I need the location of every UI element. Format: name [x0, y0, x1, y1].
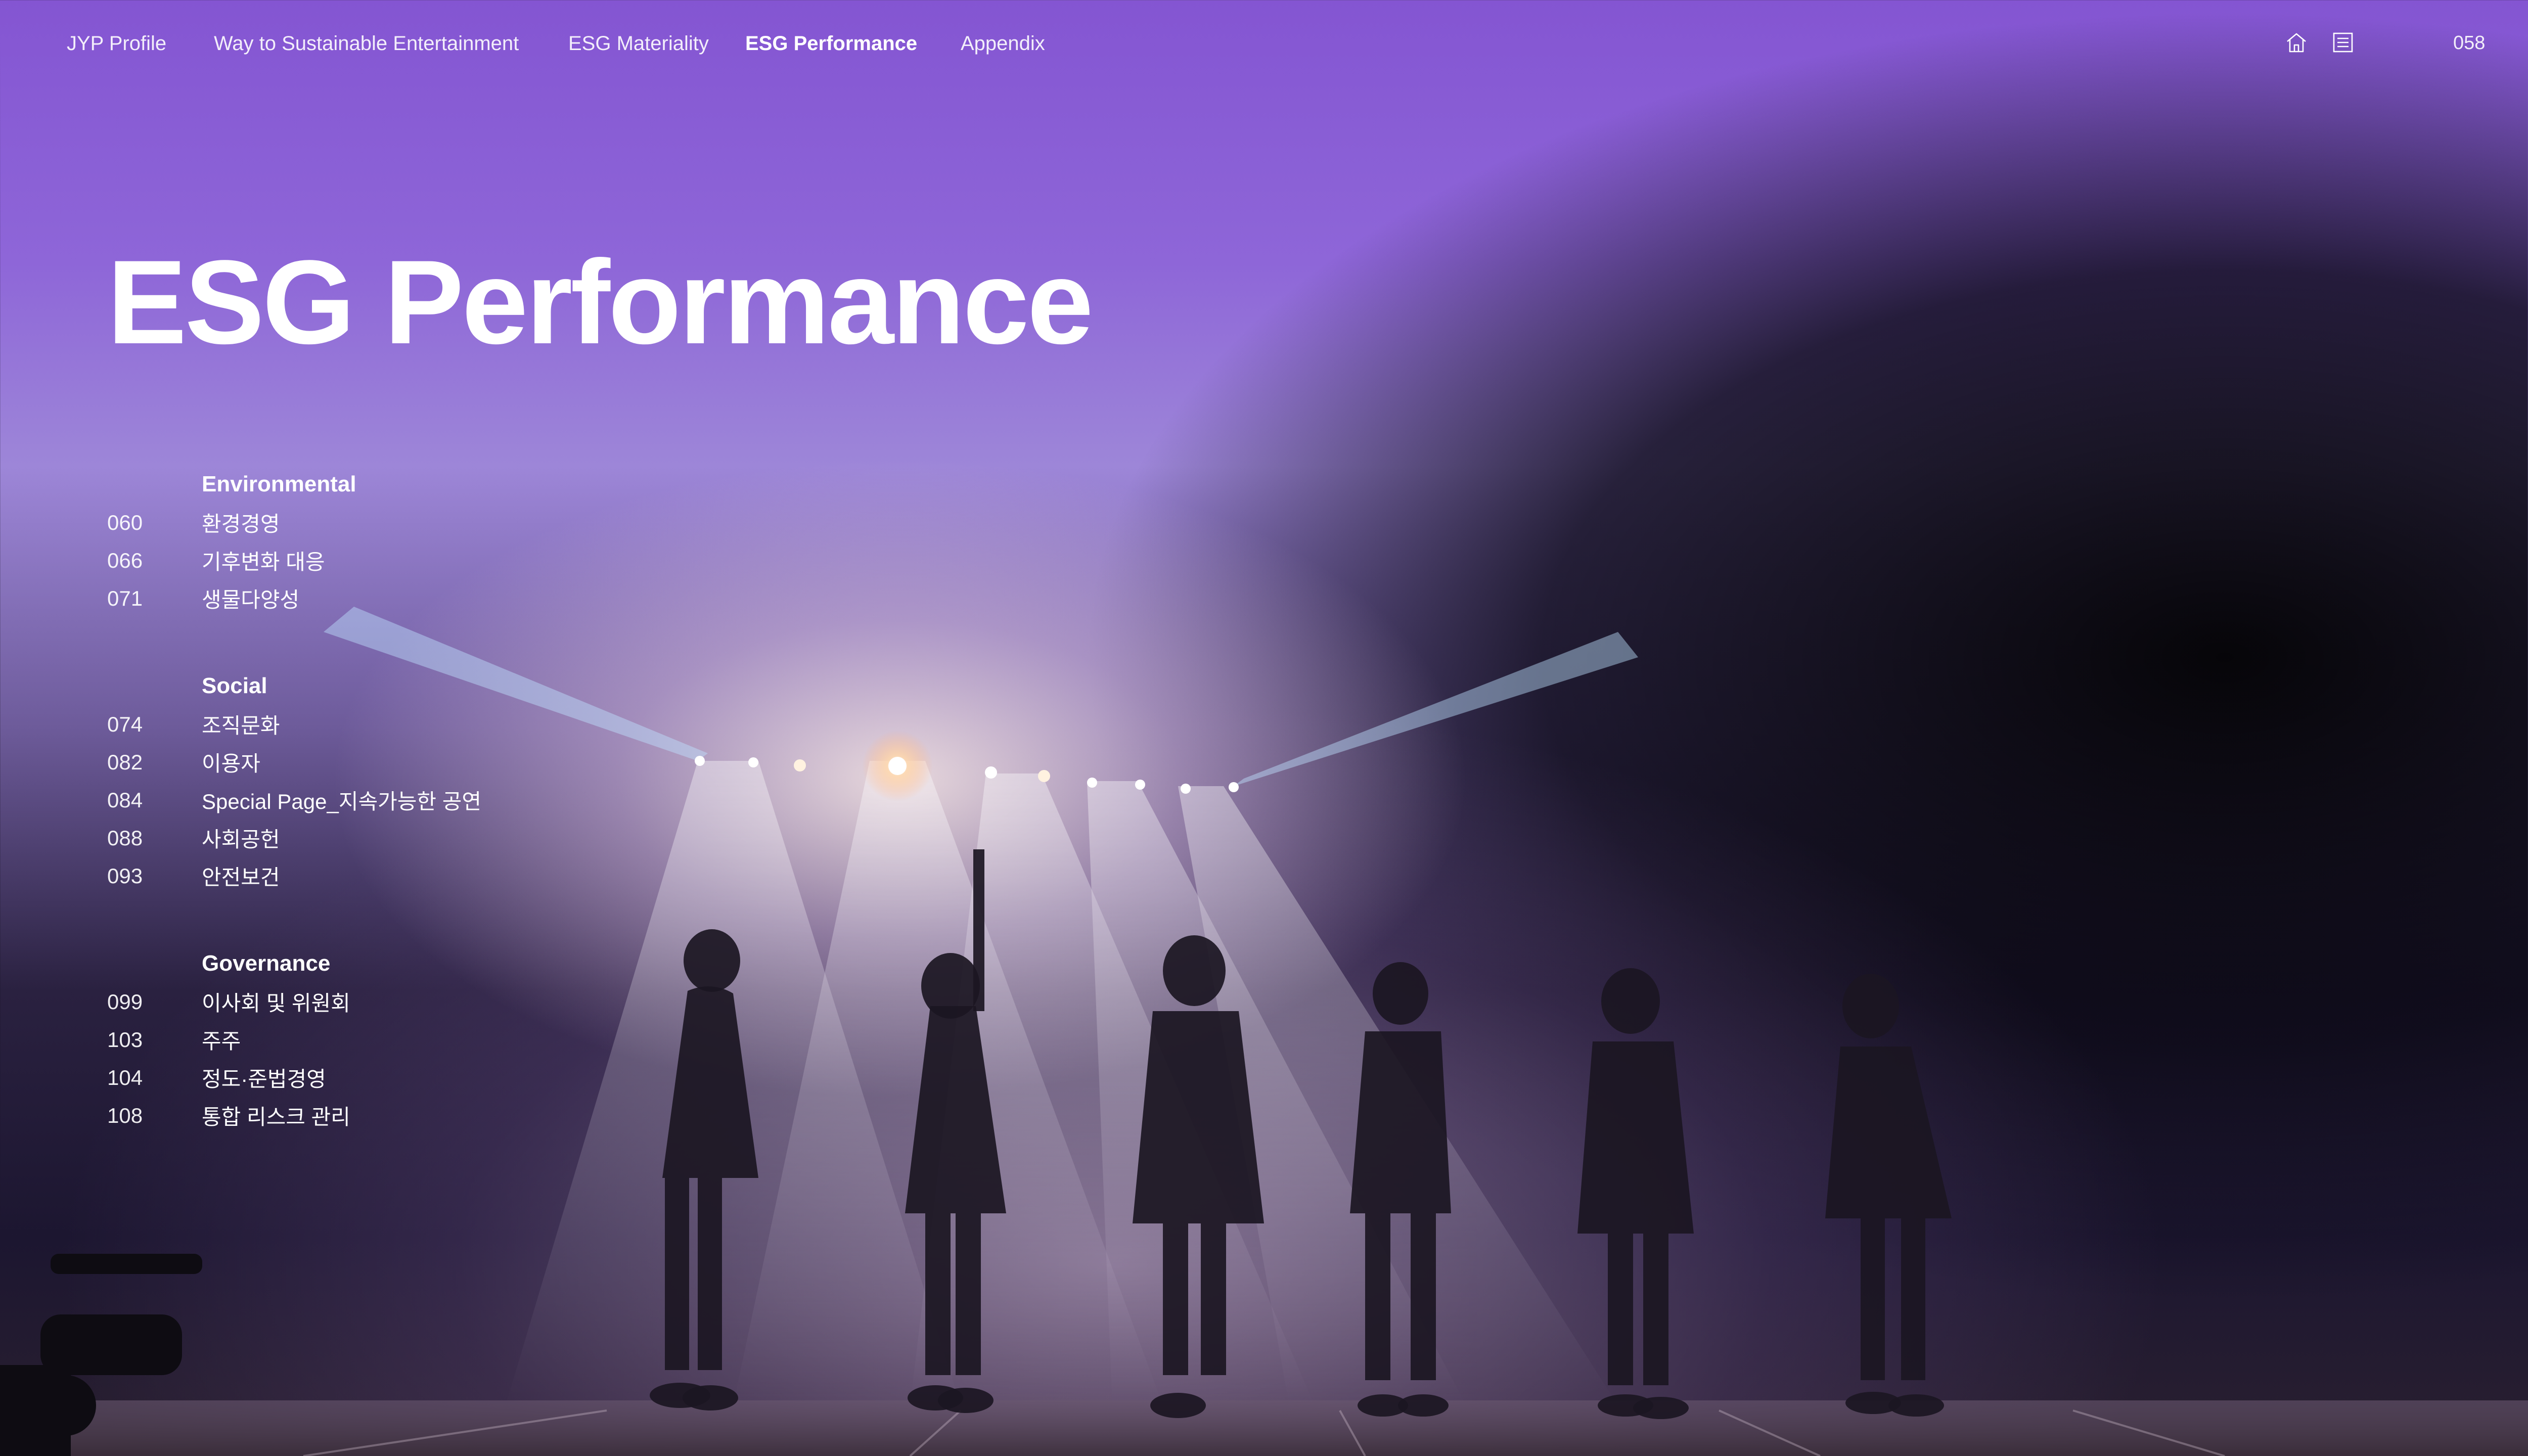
page-number: 058 — [2453, 32, 2486, 54]
nav-esg-materiality[interactable]: ESG Materiality — [568, 32, 709, 55]
performer-6 — [1825, 974, 1952, 1417]
toc-page-number: 099 — [107, 989, 143, 1014]
toc-item[interactable]: 071 생물다양성 — [107, 579, 714, 617]
toc-item[interactable]: 082 이용자 — [107, 743, 714, 781]
toc-page-number: 103 — [107, 1027, 143, 1052]
toc-page-number: 066 — [107, 548, 143, 572]
section-heading: Social — [202, 673, 267, 698]
toc-item[interactable]: 104 정도·준법경영 — [107, 1059, 714, 1097]
toc-label: 기후변화 대응 — [202, 550, 325, 574]
toc-label: 이용자 — [202, 752, 260, 776]
toc-page-number: 074 — [107, 712, 143, 736]
table-of-contents: Environmental 060 환경경영 066 기후변화 대응 071 생… — [107, 465, 714, 1184]
toc-item[interactable]: 088 사회공헌 — [107, 819, 714, 857]
nav-jyp-profile[interactable]: JYP Profile — [67, 32, 166, 55]
performer-3 — [1133, 935, 1264, 1418]
stage-lights — [695, 731, 1239, 801]
toc-item[interactable]: 103 주주 — [107, 1021, 714, 1059]
performers — [650, 849, 1952, 1419]
performer-2 — [905, 849, 1006, 1413]
toc-page-number: 104 — [107, 1065, 143, 1089]
toc-page-number: 108 — [107, 1103, 143, 1127]
toc-label: 사회공헌 — [202, 828, 280, 851]
toc-section-social: Social 074 조직문화 082 이용자 084 Special Page… — [107, 667, 714, 895]
floor-lines — [303, 1409, 2225, 1456]
toc-section-environmental: Environmental 060 환경경영 066 기후변화 대응 071 생… — [107, 465, 714, 617]
toc-page-number: 093 — [107, 863, 143, 888]
section-heading: Environmental — [202, 472, 356, 496]
toc-page-number: 082 — [107, 750, 143, 774]
home-icon[interactable] — [2284, 30, 2309, 55]
top-navigation: JYP Profile Way to Sustainable Entertain… — [0, 0, 2528, 91]
toc-item[interactable]: 074 조직문화 — [107, 705, 714, 743]
toc-item[interactable]: 084 Special Page_지속가능한 공연 — [107, 781, 714, 819]
toc-label: 조직문화 — [202, 714, 280, 738]
toc-label: Special Page_지속가능한 공연 — [202, 790, 482, 813]
toc-item[interactable]: 108 통합 리스크 관리 — [107, 1097, 714, 1134]
toc-item[interactable]: 066 기후변화 대응 — [107, 541, 714, 579]
toc-label: 정도·준법경영 — [202, 1067, 326, 1091]
section-heading: Governance — [202, 951, 331, 976]
nav-esg-performance[interactable]: ESG Performance — [745, 32, 917, 55]
stage-floor — [0, 1400, 2528, 1456]
page-title: ESG Performance — [107, 236, 1094, 369]
toc-label: 통합 리스크 관리 — [202, 1105, 350, 1129]
performer-5 — [1577, 968, 1694, 1419]
camera-rig — [0, 1254, 202, 1456]
toc-item[interactable]: 093 안전보건 — [107, 857, 714, 895]
toc-item[interactable]: 099 이사회 및 위원회 — [107, 983, 714, 1021]
toc-page-number: 060 — [107, 510, 143, 534]
toc-label: 안전보건 — [202, 866, 280, 889]
toc-page-number: 088 — [107, 826, 143, 850]
nav-appendix[interactable]: Appendix — [961, 32, 1045, 55]
list-icon[interactable] — [2331, 30, 2355, 55]
toc-label: 환경경영 — [202, 512, 280, 536]
nav-way-to-sustainable-entertainment[interactable]: Way to Sustainable Entertainment — [214, 32, 519, 55]
toc-section-governance: Governance 099 이사회 및 위원회 103 주주 104 정도·준… — [107, 944, 714, 1134]
toc-page-number: 071 — [107, 586, 143, 610]
toc-label: 주주 — [202, 1029, 241, 1053]
performer-4 — [1350, 962, 1451, 1417]
toc-page-number: 084 — [107, 788, 143, 812]
toc-label: 이사회 및 위원회 — [202, 991, 350, 1015]
toc-label: 생물다양성 — [202, 588, 300, 612]
toc-item[interactable]: 060 환경경영 — [107, 504, 714, 541]
